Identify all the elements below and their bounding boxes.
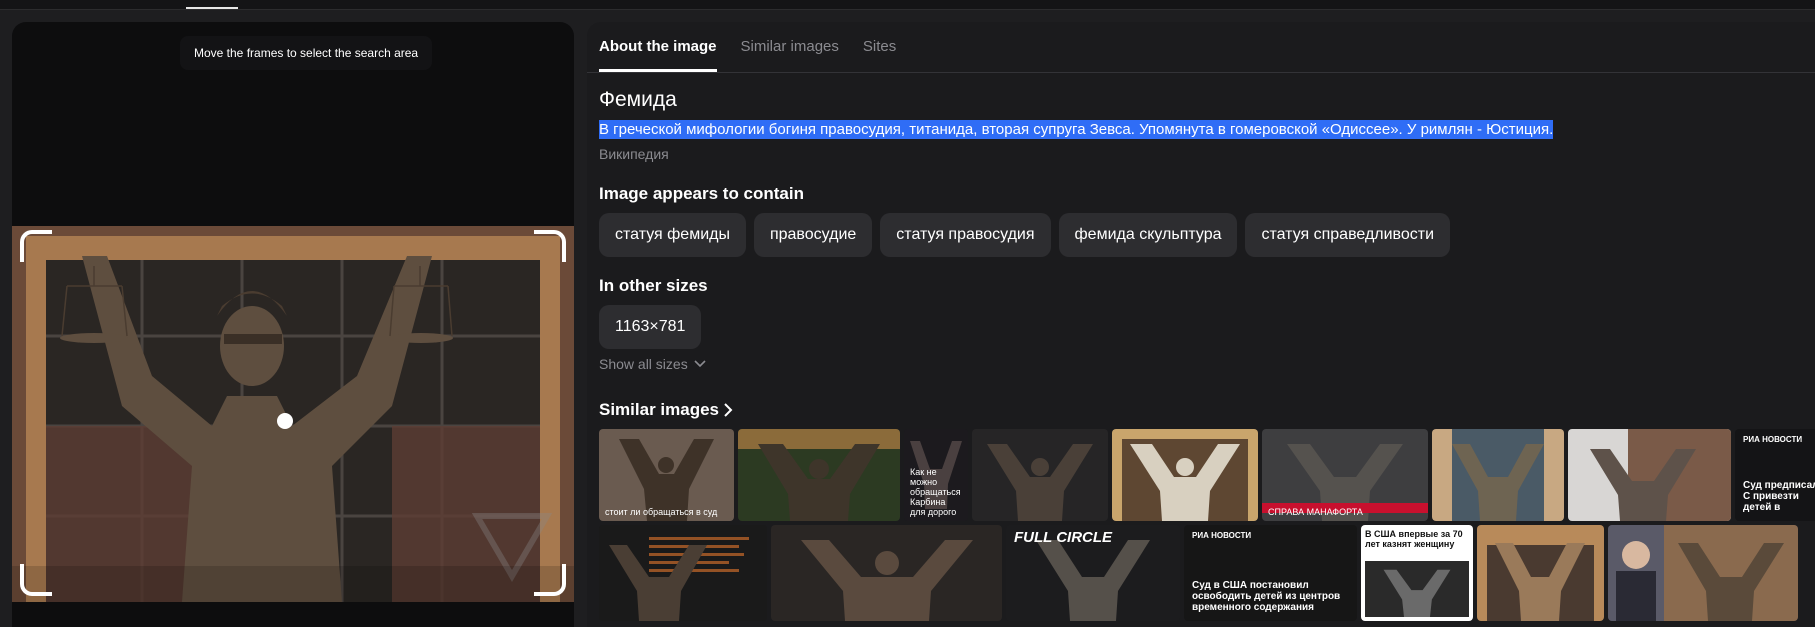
thumb-caption: Суд предписал С привезти детей в	[1743, 480, 1815, 513]
tab-similar-images[interactable]: Similar images	[741, 22, 839, 72]
similar-image-thumb[interactable]: РИА НОВОСТИ Суд в США постановил освобод…	[1184, 525, 1357, 621]
similar-image-thumb[interactable]	[1112, 429, 1258, 521]
chevron-right-icon	[724, 403, 733, 417]
sizes-chips: 1163×781	[599, 305, 702, 349]
query-image[interactable]	[12, 226, 574, 602]
crop-handle-top-left[interactable]	[20, 230, 52, 262]
similar-image-thumb[interactable]	[972, 429, 1108, 521]
similar-image-thumb[interactable]: РИА НОВОСТИ Суд предписал С привезти дет…	[1735, 429, 1815, 521]
similar-image-thumb[interactable]	[738, 429, 900, 521]
thumb-overlay-logo: FULL CIRCLE	[1014, 529, 1113, 546]
crop-handle-bottom-right[interactable]	[534, 564, 566, 596]
similar-image-thumb[interactable]: FULL CIRCLE	[1006, 525, 1180, 621]
similar-image-thumb[interactable]: Как не можно обращаться Карбина для доро…	[904, 429, 968, 521]
tabs-divider	[587, 72, 1815, 73]
top-tab-indicator	[186, 7, 238, 9]
sizes-section-title: In other sizes	[599, 276, 708, 295]
similar-image-thumb[interactable]	[599, 525, 767, 621]
thumb-caption: В США впервые за 70 лет казнят женщину	[1365, 529, 1463, 549]
tag-chip[interactable]: статуя фемиды	[599, 213, 746, 257]
crop-center-handle[interactable]	[277, 413, 293, 429]
show-all-sizes-button[interactable]: Show all sizes	[599, 356, 706, 372]
similar-image-thumb[interactable]: В США впервые за 70 лет казнят женщину	[1361, 525, 1473, 621]
contains-section-title: Image appears to contain	[599, 184, 804, 203]
top-bar	[0, 0, 1815, 10]
tag-chip[interactable]: статуя справедливости	[1245, 213, 1451, 257]
similar-image-thumb[interactable]	[1568, 429, 1731, 521]
similar-images-header[interactable]: Similar images	[599, 400, 733, 420]
thumb-caption: Суд в США постановил освободить детей из…	[1192, 580, 1341, 613]
thumb-caption: стоит ли обращаться в суд	[605, 507, 718, 517]
tab-about-image[interactable]: About the image	[599, 22, 717, 72]
thumb-badge: РИА НОВОСТИ	[1743, 435, 1803, 444]
contains-chips: статуя фемиды правосудие статуя правосуд…	[599, 213, 1451, 257]
similar-image-thumb[interactable]	[1477, 525, 1604, 621]
results-tabs: About the image Similar images Sites	[599, 22, 896, 72]
size-chip[interactable]: 1163×781	[599, 305, 702, 349]
tag-chip[interactable]: фемида скульптура	[1058, 213, 1238, 257]
crop-handle-bottom-left[interactable]	[20, 564, 52, 596]
similar-images-row-2: FULL CIRCLE РИА НОВОСТИ Суд в США постан…	[599, 525, 1798, 621]
tag-chip[interactable]: правосудие	[753, 213, 873, 257]
similar-image-thumb[interactable]	[771, 525, 1002, 621]
similar-image-thumb[interactable]	[1432, 429, 1564, 521]
similar-images-row-1: стоит ли обращаться в суд Как не можно о…	[599, 429, 1815, 521]
results-panel: About the image Similar images Sites Фем…	[587, 22, 1815, 627]
show-all-sizes-label: Show all sizes	[599, 356, 688, 372]
tag-chip[interactable]: статуя правосудия	[880, 213, 1051, 257]
thumb-badge: РИА НОВОСТИ	[1192, 531, 1252, 540]
similar-image-thumb[interactable]: СПРАВА МАНАФОРТА	[1262, 429, 1428, 521]
entity-source-link[interactable]: Википедия	[599, 146, 669, 162]
similar-image-thumb[interactable]: стоит ли обращаться в суд	[599, 429, 734, 521]
thumb-caption: СПРАВА МАНАФОРТА	[1268, 507, 1363, 517]
similar-image-thumb[interactable]	[1608, 525, 1798, 621]
thumb-caption: Как не можно обращаться Карбина для доро…	[910, 467, 961, 517]
image-crop-panel: Move the frames to select the search are…	[12, 22, 574, 627]
entity-title[interactable]: Фемида	[599, 88, 677, 112]
chevron-down-icon	[694, 360, 706, 368]
crop-hint: Move the frames to select the search are…	[180, 36, 433, 70]
tab-sites[interactable]: Sites	[863, 22, 896, 72]
entity-description: В греческой мифологии богиня правосудия,…	[599, 120, 1554, 139]
crop-handle-top-right[interactable]	[534, 230, 566, 262]
similar-images-title: Similar images	[599, 400, 720, 419]
